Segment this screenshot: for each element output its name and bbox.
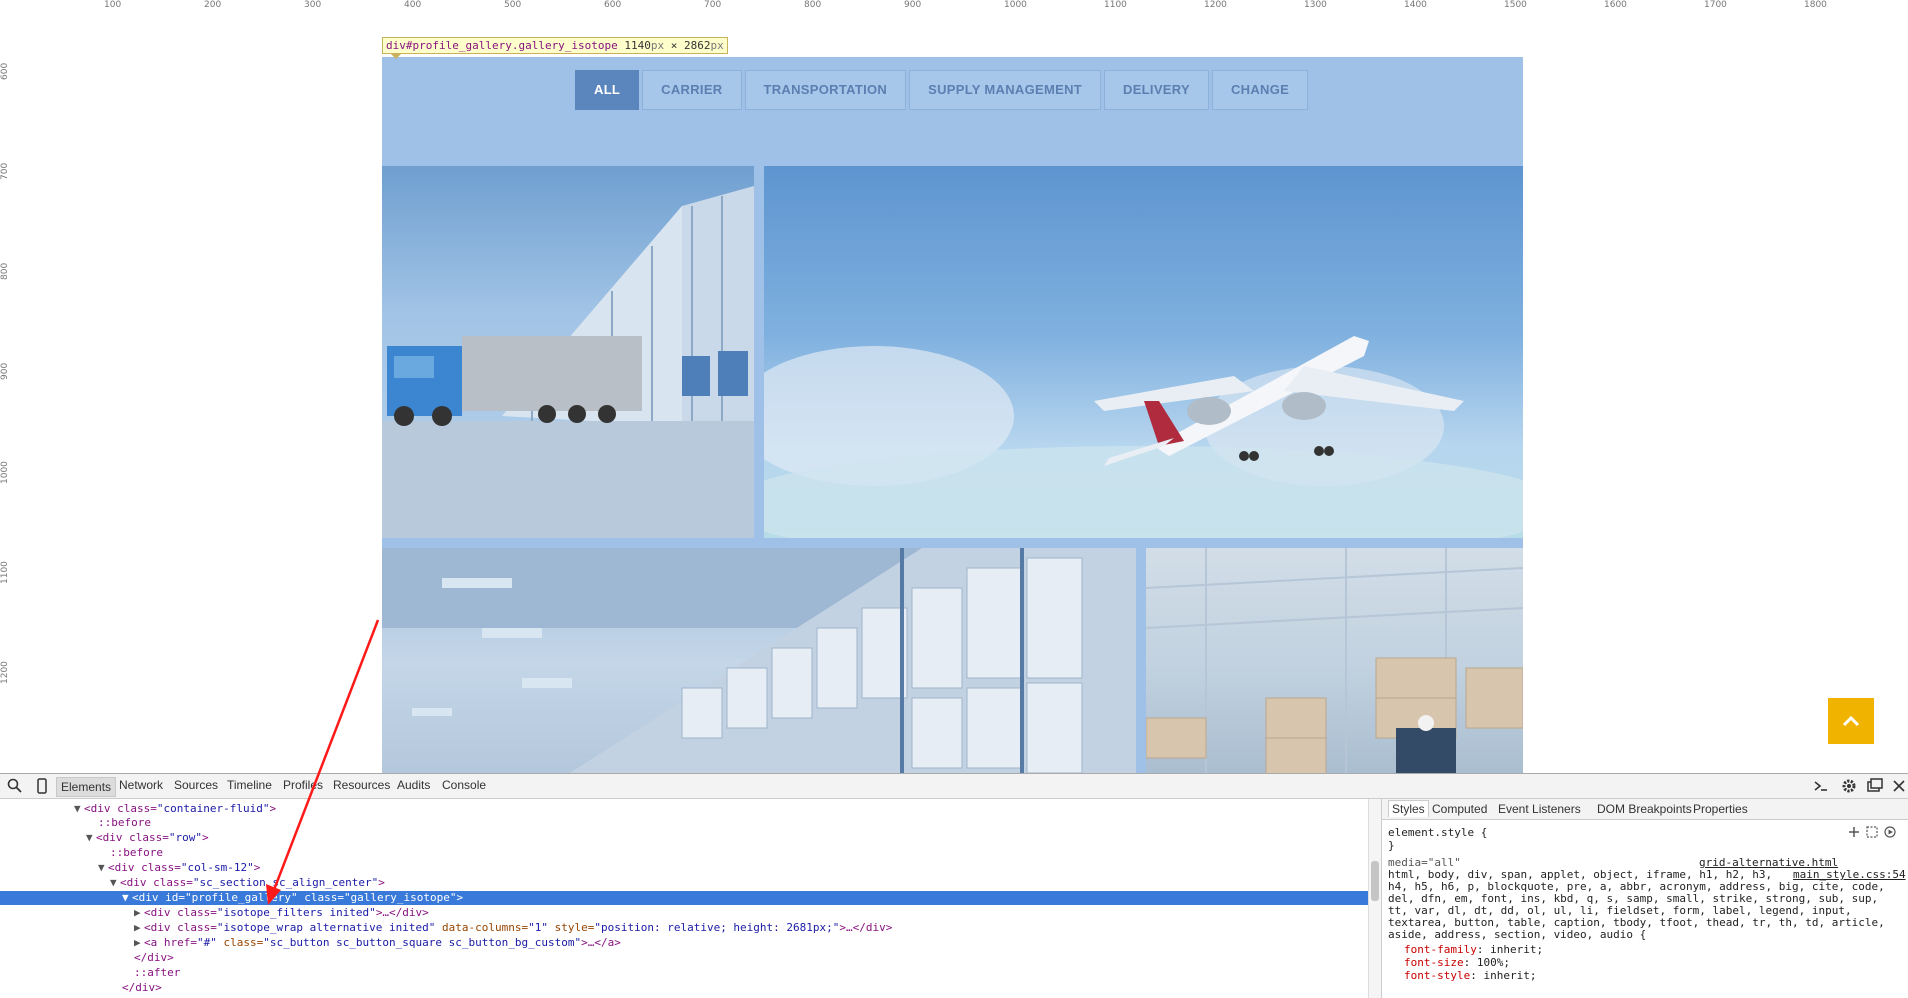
ruler-tick: 700 (0, 162, 10, 180)
ruler-tick: 300 (304, 0, 322, 10)
tab-console[interactable]: Console (442, 778, 486, 792)
dom-pseudo[interactable]: ::before (0, 846, 1368, 860)
elements-scrollbar[interactable] (1368, 799, 1382, 998)
devtools-toolbar: Elements Network Sources Timeline Profil… (0, 774, 1908, 799)
undock-icon[interactable] (1866, 777, 1884, 795)
dom-node[interactable]: </div> (0, 951, 1368, 965)
filter-supply-management-button[interactable]: SUPPLY MANAGEMENT (909, 70, 1102, 110)
tab-elements[interactable]: Elements (56, 777, 117, 797)
console-drawer-icon[interactable] (1812, 777, 1830, 795)
filter-delivery-button[interactable]: DELIVERY (1104, 70, 1209, 110)
ruler-tick: 600 (604, 0, 622, 10)
dom-node[interactable]: ▼ <div class="container-fluid"> (0, 802, 1368, 816)
warehouse-forklift-image[interactable] (1146, 548, 1523, 773)
ruler-tick: 1100 (0, 561, 10, 584)
ruler-tick: 800 (804, 0, 822, 10)
ruler-tick: 1000 (1004, 0, 1027, 10)
tab-computed[interactable]: Computed (1432, 802, 1487, 816)
toggle-element-state-icon[interactable] (1865, 825, 1879, 839)
tab-sources[interactable]: Sources (174, 778, 218, 792)
highlight-height: 2862 (684, 39, 711, 52)
tab-audits[interactable]: Audits (397, 778, 430, 792)
back-to-top-button[interactable] (1828, 698, 1874, 744)
ruler-tick: 900 (0, 362, 10, 380)
ruler-tick: 1000 (0, 461, 10, 484)
airplane-in-sky-image[interactable] (764, 166, 1523, 538)
tab-event-listeners[interactable]: Event Listeners (1498, 802, 1581, 816)
dom-node[interactable]: ▶ <div class="isotope_filters inited">…</… (0, 906, 1368, 920)
ruler-top: 100 200 300 400 500 600 700 800 900 1000… (0, 0, 1908, 15)
tab-properties[interactable]: Properties (1693, 802, 1748, 816)
ruler-tick: 1100 (1104, 0, 1127, 10)
filter-all-button[interactable]: ALL (575, 70, 640, 110)
dom-node-selected[interactable]: ▼ <div id="profile_gallery" class="galler… (0, 891, 1368, 905)
ruler-tick: 1700 (1704, 0, 1727, 10)
dom-pseudo[interactable]: ::before (0, 816, 1368, 830)
dom-node[interactable]: ▼ <div class="sc_section sc_align_center"… (0, 876, 1368, 890)
highlight-tag: div#profile_gallery.gallery_isotope (386, 39, 618, 52)
close-icon[interactable] (1890, 777, 1908, 795)
ruler-tick: 1200 (1204, 0, 1227, 10)
filter-transportation-button[interactable]: TRANSPORTATION (744, 70, 907, 110)
css-property[interactable]: font-size: 100%; (1404, 956, 1510, 969)
element-style-rule[interactable]: element.style { (1388, 826, 1487, 839)
ruler-tick: 700 (704, 0, 722, 10)
ruler-tick: 1200 (0, 661, 10, 684)
tab-dom-breakpoints[interactable]: DOM Breakpoints (1597, 802, 1692, 816)
styles-sidebar: Styles Computed Event Listeners DOM Brea… (1381, 799, 1908, 998)
device-mode-icon[interactable] (33, 777, 51, 795)
css-property[interactable]: font-style: inherit; (1404, 969, 1536, 982)
truck-at-warehouse-image[interactable] (382, 166, 754, 538)
filter-change-button[interactable]: CHANGE (1211, 70, 1309, 110)
dom-node[interactable]: </div> (0, 981, 1368, 995)
css-property[interactable]: font-family: inherit; (1404, 943, 1543, 956)
ruler-left: 600 700 800 900 1000 1100 1200 (0, 14, 15, 773)
page-viewport: ALL CARRIER TRANSPORTATION SUPPLY MANAGE… (14, 14, 1908, 773)
ruler-tick: 1300 (1304, 0, 1327, 10)
tab-profiles[interactable]: Profiles (283, 778, 323, 792)
styles-tabs: Styles Computed Event Listeners DOM Brea… (1382, 799, 1908, 820)
chevron-up-icon (1842, 715, 1860, 727)
filter-carrier-button[interactable]: CARRIER (642, 70, 742, 110)
highlight-width: 1140 (624, 39, 651, 52)
dom-node[interactable]: ▼ <div class="col-sm-12"> (0, 861, 1368, 875)
tab-styles[interactable]: Styles (1388, 800, 1429, 817)
dom-node[interactable]: ▼ <div class="row"> (0, 831, 1368, 845)
elements-dom-tree: ▼ <div class="container-fluid"> ::before … (0, 799, 1368, 998)
isotope-filters: ALL CARRIER TRANSPORTATION SUPPLY MANAGE… (575, 70, 1309, 110)
element-highlight-label: div#profile_gallery.gallery_isotope 1140… (382, 37, 728, 59)
ruler-tick: 400 (404, 0, 422, 10)
dom-node[interactable]: ▶ <a href="#" class="sc_button sc_button_… (0, 936, 1368, 950)
ruler-tick: 500 (504, 0, 522, 10)
dom-node[interactable]: ▶ <div class="isotope_wrap alternative in… (0, 921, 1368, 935)
profile-gallery: ALL CARRIER TRANSPORTATION SUPPLY MANAGE… (382, 57, 1523, 773)
rule-close-brace: } (1388, 839, 1395, 852)
ruler-tick: 100 (104, 0, 122, 10)
tab-timeline[interactable]: Timeline (227, 778, 272, 792)
add-rule-icon[interactable] (1847, 825, 1861, 839)
selector-line: aside, address, section, video, audio { (1388, 928, 1647, 941)
dom-pseudo[interactable]: ::after (0, 966, 1368, 980)
tab-network[interactable]: Network (119, 778, 163, 792)
search-icon[interactable] (6, 777, 24, 795)
color-format-icon[interactable] (1883, 825, 1897, 839)
devtools-panel: Elements Network Sources Timeline Profil… (0, 773, 1908, 998)
ruler-tick: 1600 (1604, 0, 1627, 10)
ruler-tick: 1400 (1404, 0, 1427, 10)
ruler-tick: 600 (0, 62, 10, 80)
ruler-tick: 200 (204, 0, 222, 10)
warehouse-shelves-image[interactable] (382, 548, 1136, 773)
gear-icon[interactable] (1840, 777, 1858, 795)
ruler-tick: 800 (0, 262, 10, 280)
tab-resources[interactable]: Resources (333, 778, 390, 792)
ruler-tick: 1800 (1804, 0, 1827, 10)
ruler-tick: 1500 (1504, 0, 1527, 10)
ruler-tick: 900 (904, 0, 922, 10)
